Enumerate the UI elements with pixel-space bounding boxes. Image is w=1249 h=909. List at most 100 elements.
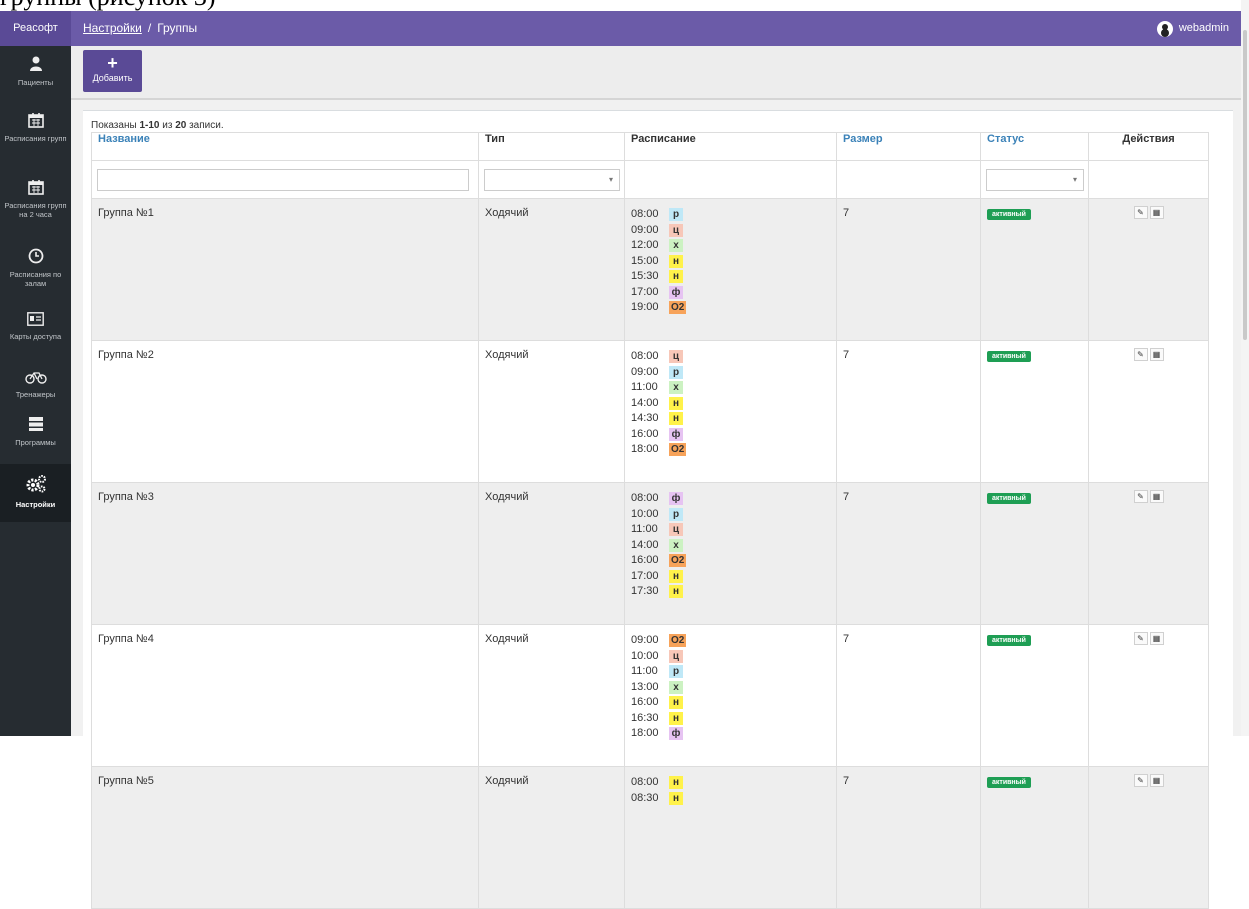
sidebar-item-group-schedules-2h[interactable]: Расписания групп на 2 часа [0, 179, 71, 229]
schedule-time: 14:00 [631, 538, 659, 551]
user-avatar-icon [1156, 20, 1173, 37]
schedule-entry: 15:30 н [631, 269, 830, 285]
group-name[interactable]: Группа №5 [91, 766, 479, 909]
column-header-actions: Действия [1088, 132, 1209, 161]
schedule-time: 16:30 [631, 711, 659, 724]
type-filter-select[interactable]: ▾ [484, 168, 620, 191]
group-type: Ходячий [478, 482, 625, 625]
schedule-time: 11:00 [631, 523, 658, 535]
schedule-entry: 10:00 ц [631, 649, 830, 665]
pencil-icon: ✎ [1137, 208, 1144, 217]
group-name[interactable]: Группа №2 [91, 340, 479, 483]
pencil-icon: ✎ [1137, 776, 1144, 785]
sidebar-item-label: Расписания групп на 2 часа [4, 201, 67, 219]
schedule-time: 16:00 [631, 554, 659, 566]
schedule-button[interactable]: ▦ [1149, 206, 1164, 219]
user-menu[interactable]: webadmin [1156, 11, 1229, 46]
group-schedule: 08:00 н 08:30 н [624, 766, 837, 909]
group-actions: ✎ ▦ [1088, 766, 1209, 909]
schedule-button[interactable]: ▦ [1149, 348, 1164, 361]
sidebar-item-access-cards[interactable]: Карты доступа [0, 310, 71, 350]
schedule-time: 15:30 [631, 270, 659, 282]
column-header-size[interactable]: Размер [836, 132, 981, 161]
column-header-schedule: Расписание [624, 132, 837, 161]
schedule-time: 10:00 [631, 507, 659, 520]
schedule-time: 16:00 [631, 427, 659, 440]
column-header-status[interactable]: Статус [980, 132, 1089, 161]
filter-row: ▾ ▾ [91, 160, 1209, 199]
group-actions: ✎ ▦ [1088, 482, 1209, 625]
group-size: 7 [836, 340, 981, 483]
sidebar-item-trainers[interactable]: Тренажеры [0, 368, 71, 408]
sidebar-item-label: Пациенты [17, 78, 54, 87]
chevron-down-icon: ▾ [1072, 174, 1077, 184]
status-badge: активный [987, 351, 1031, 362]
schedule-day-badge: ц [669, 223, 683, 237]
group-name[interactable]: Группа №3 [91, 482, 479, 625]
group-type: Ходячий [478, 624, 625, 767]
schedule-day-badge: н [669, 696, 683, 710]
schedule-time: 09:00 [631, 365, 659, 378]
schedule-time: 19:00 [631, 301, 659, 313]
scrollbar[interactable] [1241, 0, 1249, 736]
group-schedule: 09:00 О2 10:00 ц 11:00 р 13:00 х 16:00 н 16:30 н 18:… [624, 624, 837, 767]
status-filter-select[interactable]: ▾ [986, 168, 1084, 191]
schedule-time: 12:00 [631, 239, 659, 251]
schedule-time: 09:00 [631, 634, 659, 646]
sidebar-item-patients[interactable]: Пациенты [0, 56, 71, 96]
schedule-entry: 16:00 ф [631, 427, 830, 443]
schedule-button[interactable]: ▦ [1149, 632, 1164, 645]
calendar-icon [0, 179, 71, 199]
name-filter-input[interactable] [97, 168, 469, 191]
add-button[interactable]: + Добавить [83, 50, 142, 92]
group-type: Ходячий [478, 198, 625, 341]
schedule-entry: 09:00 р [631, 365, 830, 381]
summary-prefix: Показаны [91, 120, 140, 131]
edit-button[interactable]: ✎ [1133, 348, 1148, 361]
schedule-time: 11:00 [631, 381, 658, 393]
breadcrumb-settings-link[interactable]: Настройки [83, 21, 142, 35]
document-text: группы (рисунок 3) [0, 0, 216, 11]
brand-logo[interactable]: Реасофт [0, 11, 71, 46]
edit-button[interactable]: ✎ [1133, 632, 1148, 645]
schedule-entry: 11:00 х [631, 380, 830, 396]
summary-total: 20 [175, 120, 187, 131]
schedule-entry: 11:00 р [631, 664, 830, 680]
sidebar-item-settings[interactable]: Настройки [0, 464, 71, 522]
sidebar: Пациенты Расписания групп Расписания гру… [0, 46, 71, 736]
group-name[interactable]: Группа №4 [91, 624, 479, 767]
schedule-entry: 09:00 О2 [631, 633, 830, 649]
clock-icon [0, 248, 71, 268]
schedule-time: 08:30 [631, 791, 659, 804]
scrollbar-thumb[interactable] [1243, 30, 1247, 340]
schedule-day-badge: н [669, 711, 683, 725]
table-row: Группа №5 Ходячий 08:00 н 08:30 н 7 активный ✎ ▦ [91, 766, 1209, 909]
id-card-icon [0, 310, 71, 330]
column-header-name[interactable]: Название [91, 132, 479, 161]
schedule-entry: 08:00 ф [631, 491, 830, 507]
schedule-entry: 17:00 ф [631, 285, 830, 301]
sidebar-item-group-schedules[interactable]: Расписания групп [0, 112, 71, 162]
schedule-day-badge: н [669, 270, 683, 284]
schedule-day-badge: н [669, 412, 683, 426]
edit-button[interactable]: ✎ [1133, 490, 1148, 503]
schedule-entry: 18:00 ф [631, 726, 830, 742]
group-schedule: 08:00 ц 09:00 р 11:00 х 14:00 н 14:30 н 16:00 ф 18:0… [624, 340, 837, 483]
grid-icon: ▦ [1152, 208, 1161, 217]
schedule-day-badge: р [669, 208, 683, 222]
schedule-button[interactable]: ▦ [1149, 490, 1164, 503]
schedule-day-badge: ц [669, 649, 683, 663]
group-name[interactable]: Группа №1 [91, 198, 479, 341]
schedule-entry: 14:00 х [631, 538, 830, 554]
sidebar-item-hall-schedules[interactable]: Расписания по залам [0, 248, 71, 298]
breadcrumb-current: Группы [157, 21, 198, 35]
schedule-day-badge: О2 [669, 554, 687, 568]
sidebar-item-programs[interactable]: Программы [0, 416, 71, 456]
top-header: Реасофт Настройки / Группы webadmin [0, 11, 1241, 46]
status-badge: активный [987, 493, 1031, 504]
group-type: Ходячий [478, 766, 625, 909]
edit-button[interactable]: ✎ [1133, 206, 1148, 219]
edit-button[interactable]: ✎ [1133, 774, 1148, 787]
schedule-button[interactable]: ▦ [1149, 774, 1164, 787]
schedule-day-badge: ф [669, 285, 683, 299]
